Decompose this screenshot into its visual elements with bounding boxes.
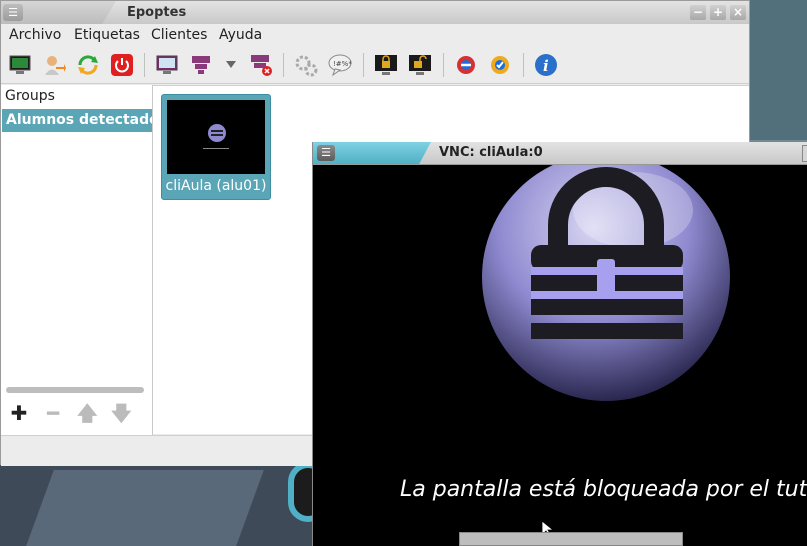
client-label: cliAula (alu01) [165, 178, 267, 194]
menu-archivo[interactable]: Archivo [9, 27, 61, 43]
window-title: Epoptes [127, 5, 187, 20]
desktop-wallpaper-shape [26, 470, 264, 546]
horizontal-scrollbar[interactable] [6, 387, 144, 393]
toolbar-separator [363, 53, 364, 77]
observe-screen-icon[interactable] [7, 52, 33, 78]
groups-panel: Groups Alumnos detectados ✚ ━ 🡅 🡇 [1, 85, 153, 435]
login-user-icon[interactable] [41, 52, 67, 78]
unlock-screen-icon[interactable] [407, 52, 433, 78]
client-item[interactable]: cliAula (alu01) [161, 94, 271, 200]
group-item-alumnos-detectados[interactable]: Alumnos detectados [2, 109, 152, 132]
vnc-window-title: VNC: cliAula:0 [439, 145, 543, 160]
shutdown-icon[interactable] [109, 52, 135, 78]
client-thumbnail [167, 100, 265, 174]
window-menu-button[interactable]: ☰ [3, 4, 23, 21]
broadcast-windowed-icon[interactable] [188, 52, 214, 78]
reboot-icon[interactable] [75, 52, 101, 78]
toolbar-separator [443, 53, 444, 77]
toolbar-separator [283, 53, 284, 77]
mute-sound-icon[interactable] [453, 52, 479, 78]
title-bar[interactable]: ☰ Epoptes − + × [1, 1, 749, 25]
move-down-button[interactable]: 🡇 [111, 403, 132, 423]
menu-bar: Archivo Etiquetas Clientes Ayuda [1, 24, 749, 46]
broadcast-screen-icon[interactable] [154, 52, 180, 78]
dropdown-icon[interactable] [221, 52, 241, 78]
menu-etiquetas[interactable]: Etiquetas [74, 27, 140, 43]
vnc-title-bar[interactable]: ☰ VNC: cliAula:0 [313, 142, 807, 165]
vnc-close-button[interactable] [802, 145, 807, 162]
toolbar-separator [144, 53, 145, 77]
groups-header: Groups [5, 88, 55, 104]
minimize-button[interactable]: − [690, 5, 706, 20]
desktop-area [750, 0, 807, 140]
vnc-window: ☰ VNC: cliAula:0 La pantalla está bloque… [312, 142, 807, 546]
vnc-window-menu-button[interactable]: ☰ [317, 145, 335, 161]
svg-text:i: i [543, 57, 549, 75]
toolbar-separator [523, 53, 524, 77]
send-message-icon[interactable]: !#%* [327, 52, 353, 78]
stop-broadcast-icon[interactable] [248, 52, 274, 78]
remove-group-button[interactable]: ━ [43, 403, 63, 423]
vnc-scrollbar[interactable] [459, 532, 683, 546]
menu-ayuda[interactable]: Ayuda [219, 27, 262, 43]
lock-message: La pantalla está bloqueada por el tutor. [400, 477, 807, 502]
about-icon[interactable]: i [533, 52, 559, 78]
lock-screen-icon[interactable] [373, 52, 399, 78]
toolbar: !#%* i [1, 47, 749, 84]
move-up-button[interactable]: 🡅 [77, 403, 98, 423]
maximize-button[interactable]: + [710, 5, 726, 20]
execute-command-icon[interactable] [293, 52, 319, 78]
menu-clientes[interactable]: Clientes [151, 27, 207, 43]
unmute-sound-icon[interactable] [487, 52, 513, 78]
add-group-button[interactable]: ✚ [9, 403, 29, 423]
close-button[interactable]: × [730, 5, 746, 20]
vnc-remote-screen[interactable]: La pantalla está bloqueada por el tutor. [313, 165, 807, 546]
svg-text:!#%*: !#%* [333, 60, 352, 68]
